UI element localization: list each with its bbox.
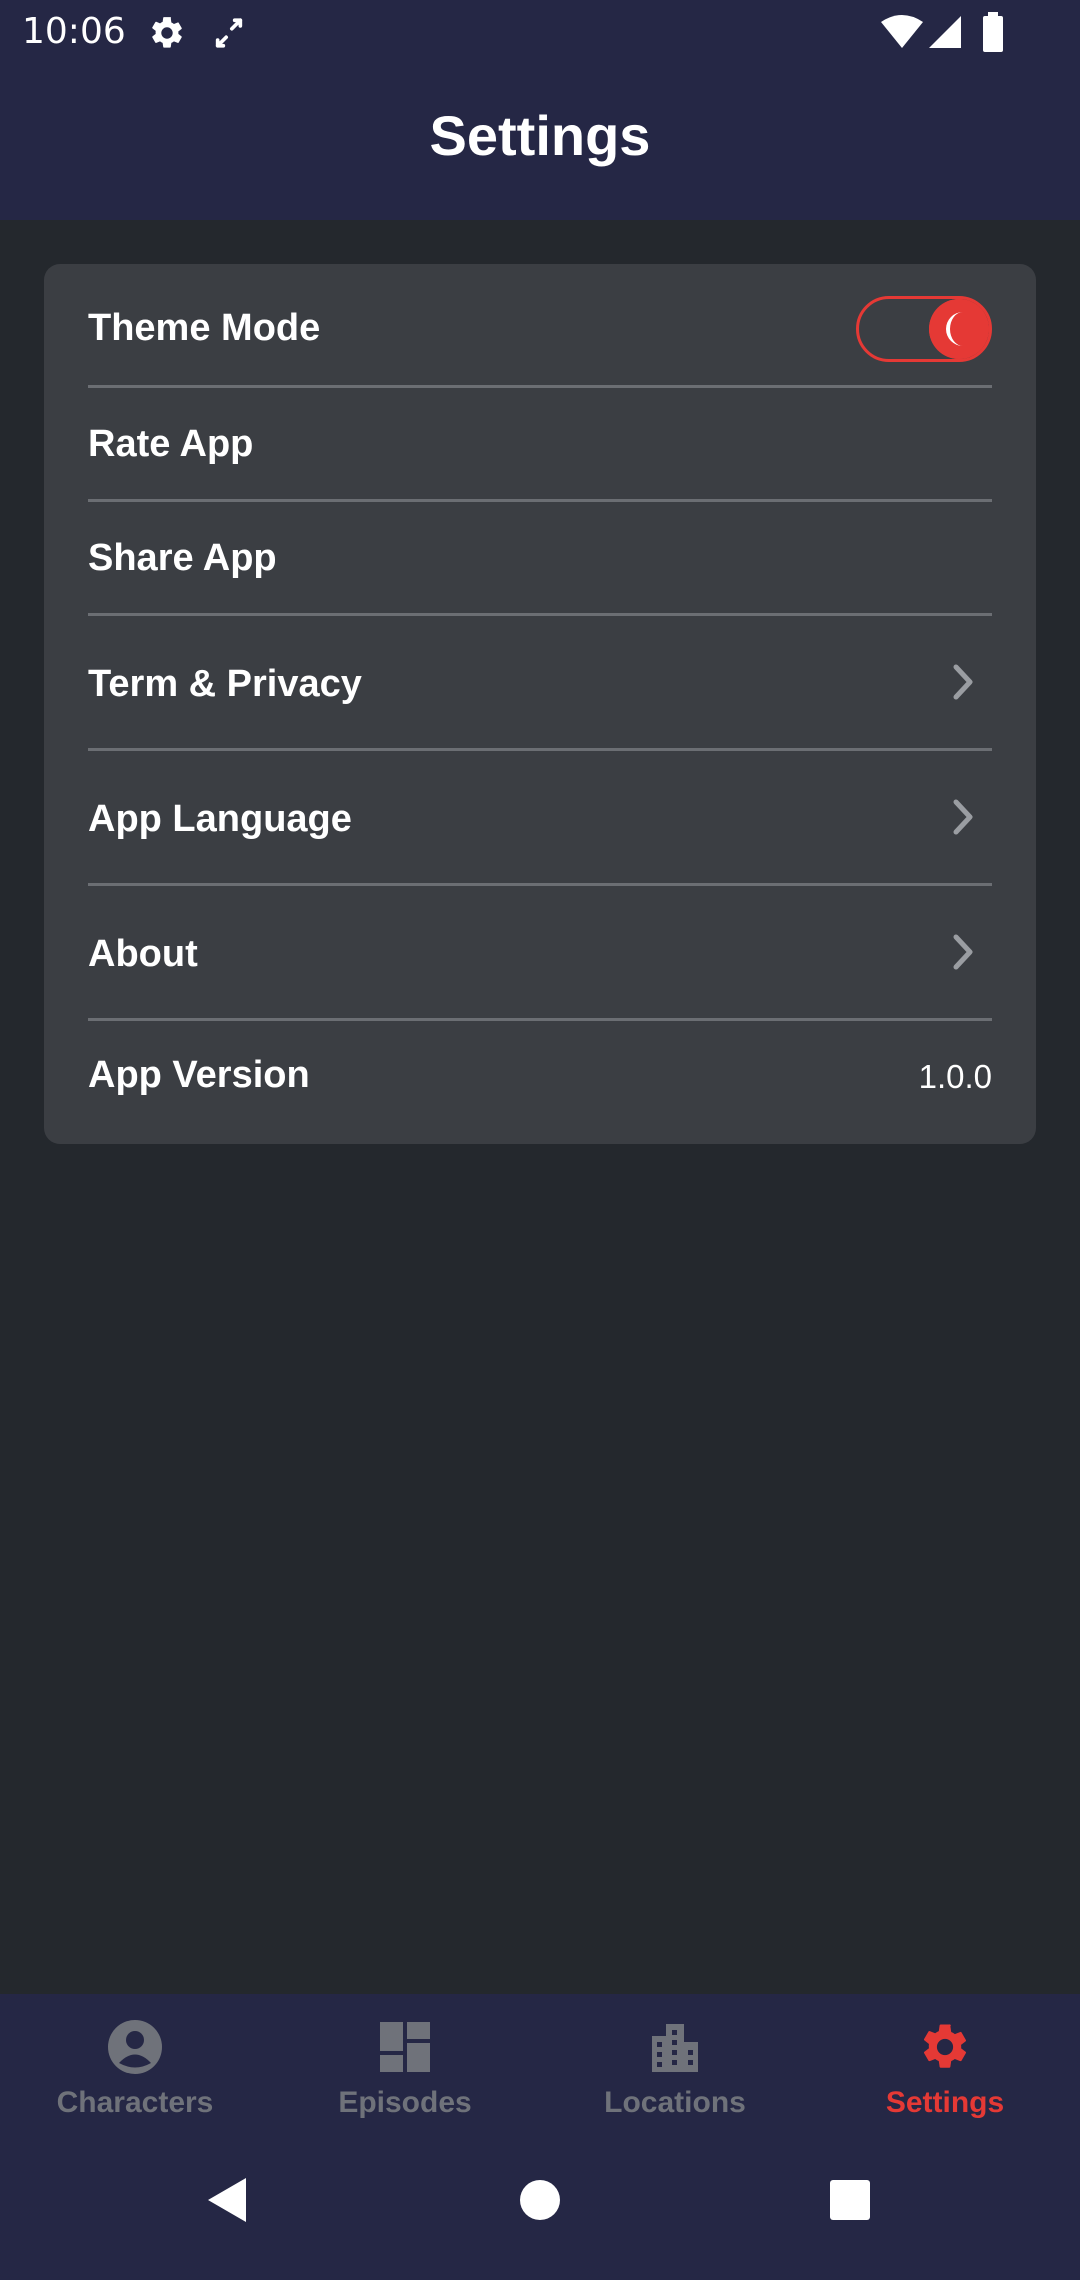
chevron-right-icon: [948, 932, 978, 972]
settings-row-label: Share App: [88, 537, 277, 579]
moon-icon: [929, 299, 989, 359]
nav-item-locations[interactable]: Locations: [540, 1994, 810, 2130]
dashboard-icon: [378, 2020, 432, 2074]
nav-label: Settings: [885, 2086, 1005, 2119]
gear-icon: [918, 2020, 972, 2074]
settings-row-app-version: App Version 1.0.0: [88, 1021, 992, 1144]
settings-row-rate-app[interactable]: Rate App: [88, 388, 992, 502]
theme-mode-toggle[interactable]: [856, 296, 992, 362]
signal-icon: [928, 14, 962, 55]
settings-row-label: About: [88, 933, 198, 975]
nav-label: Locations: [604, 2086, 746, 2119]
settings-row-label: App Language: [88, 798, 352, 840]
settings-card: Theme Mode Rate App Share App Term & Pri…: [44, 264, 1036, 1144]
person-circle-icon: [108, 2020, 162, 2074]
chevron-right-icon: [948, 797, 978, 837]
gear-icon: [148, 14, 186, 57]
screen-rotate-icon: [214, 16, 244, 55]
settings-row-term-privacy[interactable]: Term & Privacy: [88, 616, 992, 751]
nav-item-settings[interactable]: Settings: [810, 1994, 1080, 2130]
buildings-icon: [648, 2020, 702, 2074]
settings-row-app-language[interactable]: App Language: [88, 751, 992, 886]
settings-row-label: Theme Mode: [88, 307, 321, 349]
app-version-value: 1.0.0: [918, 1058, 992, 1095]
settings-row-label: Rate App: [88, 423, 254, 465]
back-icon[interactable]: [196, 2170, 256, 2230]
home-icon[interactable]: [510, 2170, 570, 2230]
settings-row-label: Term & Privacy: [88, 663, 362, 705]
settings-row-about[interactable]: About: [88, 886, 992, 1021]
settings-row-share-app[interactable]: Share App: [88, 502, 992, 616]
chevron-right-icon: [948, 662, 978, 702]
nav-label: Characters: [56, 2086, 214, 2119]
bottom-navigation: Characters Episodes Locations Settings: [0, 1994, 1080, 2130]
wifi-icon: [880, 14, 924, 55]
nav-item-characters[interactable]: Characters: [0, 1994, 270, 2130]
page-title: Settings: [429, 104, 651, 167]
settings-row-label: App Version: [88, 1054, 310, 1096]
settings-row-theme-mode[interactable]: Theme Mode: [88, 264, 992, 388]
status-time: 10:06: [22, 11, 126, 52]
system-navigation-bar: [0, 2130, 1080, 2280]
recents-icon[interactable]: [820, 2170, 880, 2230]
battery-icon: [982, 12, 1004, 57]
status-bar: 10:06: [0, 0, 1080, 64]
nav-item-episodes[interactable]: Episodes: [270, 1994, 540, 2130]
app-bar: Settings: [0, 64, 1080, 220]
nav-label: Episodes: [338, 2086, 472, 2119]
